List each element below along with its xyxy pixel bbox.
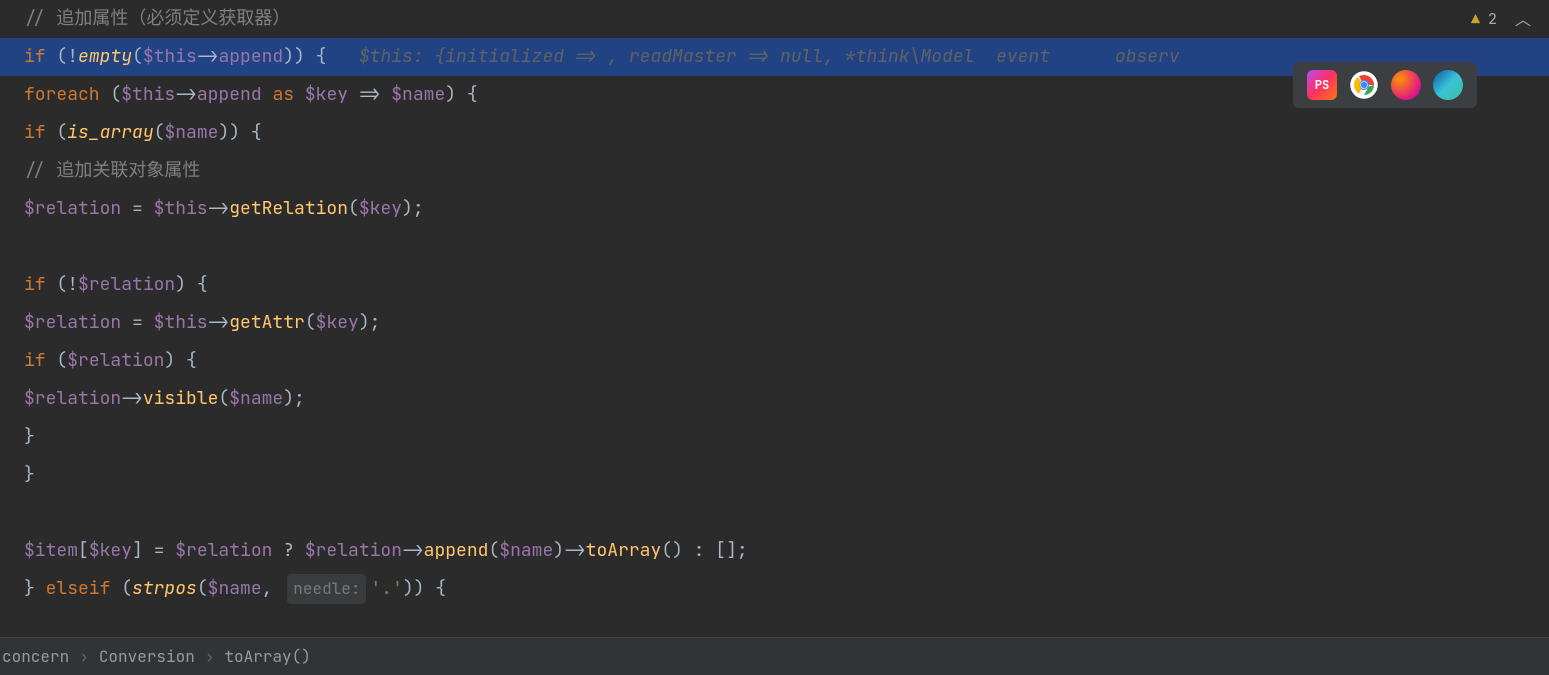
inline-value-hint: $this: {initialized => , readMaster => n…	[359, 42, 975, 73]
code-line[interactable]	[0, 228, 1549, 266]
breadcrumb[interactable]: concern › Conversion › toArray()	[0, 637, 1549, 675]
warning-count: 2	[1488, 7, 1497, 33]
code-line[interactable]: $item[$key] = $relation ? $relation->app…	[0, 532, 1549, 570]
code-line[interactable]: $relation = $this->getAttr($key);	[0, 304, 1549, 342]
firefox-icon[interactable]	[1391, 70, 1421, 100]
breadcrumb-item[interactable]: Conversion	[99, 643, 195, 670]
breadcrumb-item[interactable]: concern	[2, 643, 69, 670]
problems-indicator[interactable]: ▲ 2 ︿	[1471, 6, 1531, 33]
breadcrumb-separator: ›	[205, 643, 215, 670]
phpstorm-icon[interactable]	[1307, 70, 1337, 100]
code-line[interactable]: if (is_array($name)) {	[0, 114, 1549, 152]
parameter-hint: needle:	[287, 574, 366, 603]
code-line[interactable]: // 追加属性（必须定义获取器）	[0, 0, 1549, 38]
chrome-icon[interactable]	[1349, 70, 1379, 100]
code-line[interactable]: }	[0, 456, 1549, 494]
edge-icon[interactable]	[1433, 70, 1463, 100]
scrollbar[interactable]	[1537, 28, 1549, 636]
breadcrumb-separator: ›	[79, 643, 89, 670]
chevron-up-icon[interactable]: ︿	[1515, 6, 1531, 33]
code-line[interactable]: } elseif (strpos($name, needle: '.')) {	[0, 570, 1549, 608]
breadcrumb-item[interactable]: toArray()	[224, 643, 310, 670]
code-editor[interactable]: ▲ 2 ︿ // 追加属性（必须定义获取器） if (!empty($this-…	[0, 0, 1549, 636]
code-line[interactable]: $relation->visible($name);	[0, 380, 1549, 418]
app-switcher	[1293, 62, 1477, 108]
code-line[interactable]: // 追加关联对象属性	[0, 152, 1549, 190]
code-line[interactable]: $relation = $this->getRelation($key);	[0, 190, 1549, 228]
code-line[interactable]: if (!$relation) {	[0, 266, 1549, 304]
code-line[interactable]: if ($relation) {	[0, 342, 1549, 380]
code-line[interactable]: }	[0, 418, 1549, 456]
code-line[interactable]	[0, 494, 1549, 532]
warning-icon: ▲	[1471, 7, 1480, 33]
